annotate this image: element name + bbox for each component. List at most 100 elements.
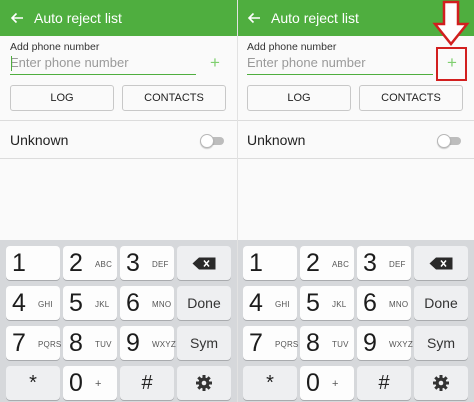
key-6[interactable]: 6 MNO — [357, 286, 411, 320]
key-digit: 2 — [306, 249, 320, 277]
log-button[interactable]: LOG — [247, 85, 351, 111]
key-letters: WXYZ — [389, 340, 413, 349]
key-letters: + — [332, 378, 339, 390]
key-5[interactable]: 5 JKL — [63, 286, 117, 320]
key-1[interactable]: 1 — [243, 246, 297, 280]
divider — [237, 120, 474, 121]
log-button[interactable]: LOG — [10, 85, 114, 111]
key-letters: JKL — [332, 300, 347, 309]
key-digit: 0 — [306, 369, 320, 397]
app-bar: Auto reject list — [0, 0, 237, 36]
key-0[interactable]: 0 + — [63, 366, 117, 400]
unknown-label: Unknown — [10, 132, 69, 148]
key-7[interactable]: 7 PQRS — [6, 326, 61, 360]
gear-icon — [414, 366, 468, 400]
toggle-knob — [437, 134, 451, 148]
contacts-button[interactable]: CONTACTS — [359, 85, 463, 111]
annotation-highlight-box — [436, 47, 467, 81]
star-glyph: * — [266, 371, 274, 394]
phone-field-label: Add phone number — [247, 41, 337, 53]
page-title: Auto reject list — [34, 10, 122, 26]
key-1[interactable]: 1 — [6, 246, 60, 280]
star-key[interactable]: * — [6, 366, 60, 400]
key-2[interactable]: 2 ABC — [63, 246, 117, 280]
key-digit: 3 — [363, 249, 377, 277]
done-key[interactable]: Done — [414, 286, 468, 320]
backspace-icon — [414, 246, 468, 280]
star-glyph: * — [29, 371, 37, 394]
hash-key[interactable]: # — [357, 366, 411, 400]
key-letters: DEF — [152, 260, 169, 269]
screen-left: Auto reject list Add phone number + LOG … — [0, 0, 237, 402]
key-letters: TUV — [332, 340, 349, 349]
red-down-arrow-icon — [432, 0, 470, 51]
key-letters: JKL — [95, 300, 110, 309]
content-area: Add phone number + LOG CONTACTS Unknown — [237, 0, 474, 240]
key-letters: WXYZ — [152, 340, 176, 349]
numeric-keyboard: 1 2 ABC 3 DEF 4 GHI 5 JKL 6 MNO Done 7 PQRS 8 T… — [237, 240, 474, 402]
key-6[interactable]: 6 MNO — [120, 286, 174, 320]
hash-key[interactable]: # — [120, 366, 174, 400]
key-letters: MNO — [389, 300, 409, 309]
key-letters: + — [95, 378, 102, 390]
backspace-icon — [177, 246, 231, 280]
key-letters: GHI — [275, 300, 290, 309]
key-7[interactable]: 7 PQRS — [243, 326, 299, 360]
toggle-knob — [200, 134, 214, 148]
phone-number-input[interactable] — [247, 53, 433, 75]
key-9[interactable]: 9 WXYZ — [357, 326, 413, 360]
contacts-button[interactable]: CONTACTS — [122, 85, 226, 111]
key-4[interactable]: 4 GHI — [6, 286, 60, 320]
key-letters: ABC — [95, 260, 113, 269]
key-digit: 1 — [12, 249, 26, 277]
back-arrow-icon[interactable] — [6, 0, 30, 36]
sym-label: Sym — [427, 335, 455, 351]
divider — [237, 158, 474, 159]
done-label: Done — [424, 295, 458, 311]
key-digit: 5 — [306, 289, 320, 317]
key-8[interactable]: 8 TUV — [63, 326, 117, 360]
backspace-key[interactable] — [414, 246, 468, 280]
key-letters: ABC — [332, 260, 350, 269]
key-2[interactable]: 2 ABC — [300, 246, 354, 280]
unknown-label: Unknown — [247, 132, 306, 148]
key-digit: 6 — [126, 289, 140, 317]
key-5[interactable]: 5 JKL — [300, 286, 354, 320]
key-9[interactable]: 9 WXYZ — [120, 326, 176, 360]
sym-key[interactable]: Sym — [177, 326, 231, 360]
text-caret — [11, 56, 12, 71]
key-3[interactable]: 3 DEF — [357, 246, 411, 280]
settings-key[interactable] — [414, 366, 468, 400]
star-key[interactable]: * — [243, 366, 297, 400]
phone-number-input[interactable] — [10, 53, 196, 75]
back-arrow-icon[interactable] — [243, 0, 267, 36]
key-digit: 5 — [69, 289, 83, 317]
settings-key[interactable] — [177, 366, 231, 400]
key-3[interactable]: 3 DEF — [120, 246, 174, 280]
key-digit: 6 — [363, 289, 377, 317]
key-4[interactable]: 4 GHI — [243, 286, 297, 320]
key-8[interactable]: 8 TUV — [300, 326, 354, 360]
key-digit: 7 — [12, 329, 26, 357]
unknown-toggle[interactable] — [437, 134, 463, 148]
key-letters: PQRS — [275, 340, 299, 349]
key-digit: 2 — [69, 249, 83, 277]
key-digit: 9 — [126, 329, 140, 357]
key-digit: 0 — [69, 369, 83, 397]
key-digit: 8 — [306, 329, 320, 357]
key-letters: MNO — [152, 300, 172, 309]
done-label: Done — [187, 295, 221, 311]
key-digit: 8 — [69, 329, 83, 357]
backspace-key[interactable] — [177, 246, 231, 280]
sym-key[interactable]: Sym — [414, 326, 468, 360]
key-letters: DEF — [389, 260, 406, 269]
key-digit: 7 — [249, 329, 263, 357]
add-number-button[interactable]: + — [203, 52, 227, 74]
key-digit: 3 — [126, 249, 140, 277]
key-digit: 4 — [12, 289, 26, 317]
screen-right: Auto reject list Add phone number + LOG … — [237, 0, 474, 402]
key-digit: 1 — [249, 249, 263, 277]
key-0[interactable]: 0 + — [300, 366, 354, 400]
done-key[interactable]: Done — [177, 286, 231, 320]
unknown-toggle[interactable] — [200, 134, 226, 148]
